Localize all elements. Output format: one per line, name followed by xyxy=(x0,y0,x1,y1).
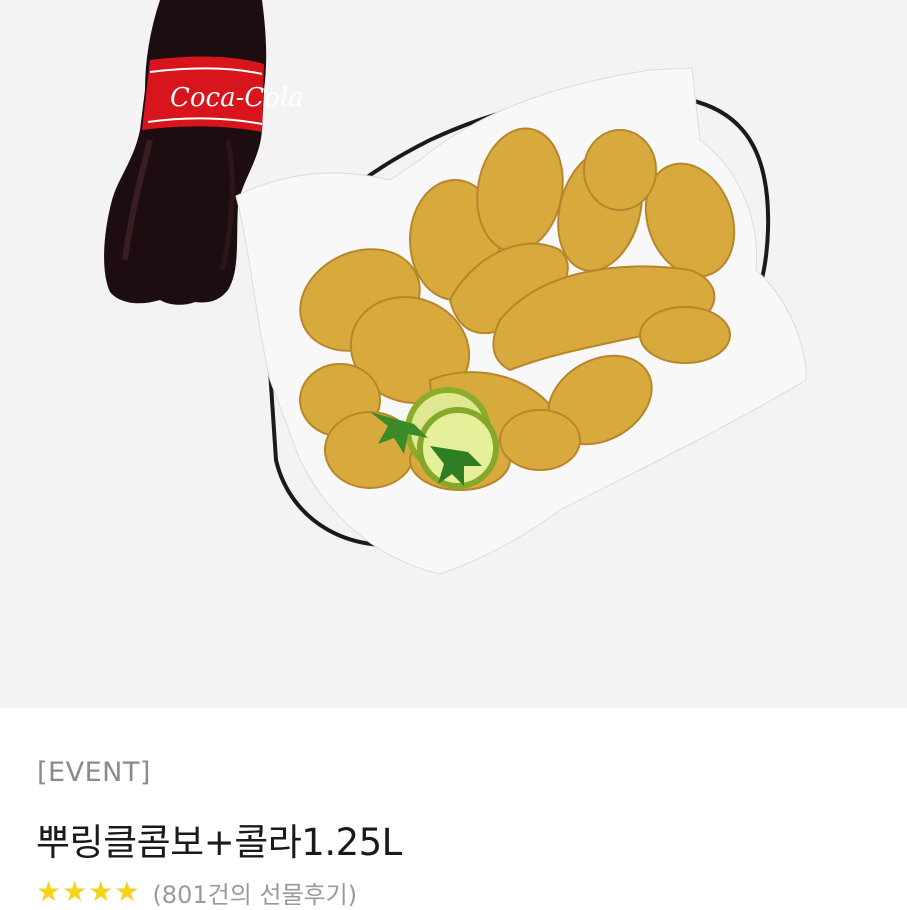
product-image[interactable]: Coca-Cola xyxy=(0,0,907,708)
product-name[interactable]: 뿌링클콤보+콜라1.25L xyxy=(36,812,402,866)
bottle-logo: Coca-Cola xyxy=(170,83,304,113)
star-icon: ★ xyxy=(62,875,88,908)
product-rating[interactable]: ★ ★ ★ ★ (801건의 선물후기) xyxy=(36,874,357,910)
product-category: [EVENT] xyxy=(37,757,151,788)
star-icon: ★ xyxy=(114,875,140,908)
product-illustration: Coca-Cola xyxy=(104,0,807,575)
star-icon: ★ xyxy=(88,875,114,908)
star-icon: ★ xyxy=(36,875,62,908)
review-count[interactable]: (801건의 선물후기) xyxy=(152,875,357,910)
